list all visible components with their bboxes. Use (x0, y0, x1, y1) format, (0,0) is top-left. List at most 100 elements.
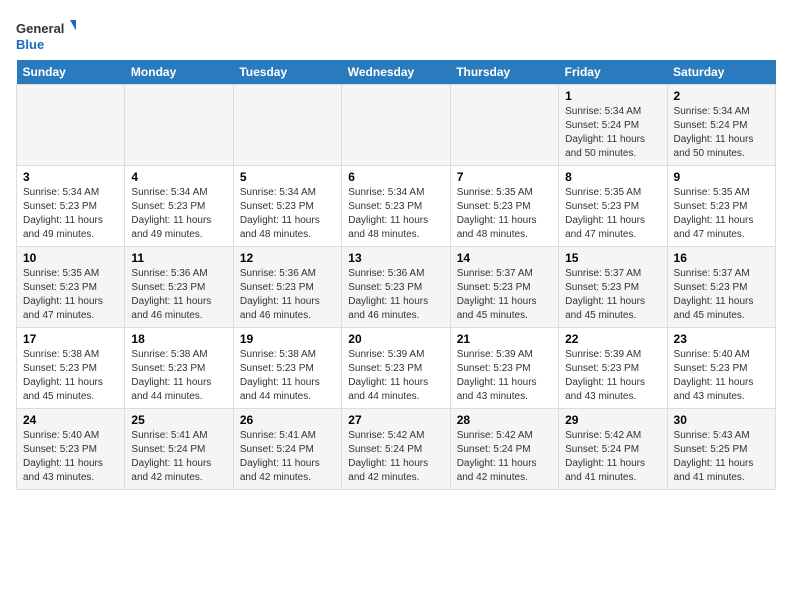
calendar-cell: 9 Sunrise: 5:35 AM Sunset: 5:23 PM Daylig… (667, 166, 775, 247)
weekday-header-tuesday: Tuesday (233, 60, 341, 85)
day-number: 7 (457, 170, 552, 184)
day-info: Sunrise: 5:42 AM Sunset: 5:24 PM Dayligh… (348, 429, 443, 485)
logo-svg: General Blue (16, 16, 76, 56)
weekday-header-row: SundayMondayTuesdayWednesdayThursdayFrid… (17, 60, 776, 85)
calendar-cell: 3Sunrise: 5:34 AM Sunset: 5:23 PM Daylig… (17, 166, 125, 247)
day-number: 5 (240, 170, 335, 184)
day-number: 19 (240, 332, 335, 346)
calendar-cell: 28 Sunrise: 5:42 AM Sunset: 5:24 PM Dayli… (450, 409, 558, 490)
day-info: Sunrise: 5:35 AM Sunset: 5:23 PM Dayligh… (23, 267, 118, 323)
weekday-header-monday: Monday (125, 60, 233, 85)
calendar-table: SundayMondayTuesdayWednesdayThursdayFrid… (16, 60, 776, 490)
day-info: Sunrise: 5:36 AM Sunset: 5:23 PM Dayligh… (240, 267, 335, 323)
day-info: Sunrise: 5:42 AM Sunset: 5:24 PM Dayligh… (565, 429, 660, 485)
calendar-cell (17, 85, 125, 166)
weekday-header-sunday: Sunday (17, 60, 125, 85)
calendar-cell: 21 Sunrise: 5:39 AM Sunset: 5:23 PM Dayli… (450, 328, 558, 409)
day-info: Sunrise: 5:36 AM Sunset: 5:23 PM Dayligh… (131, 267, 226, 323)
calendar-cell: 24 Sunrise: 5:40 AM Sunset: 5:23 PM Dayli… (17, 409, 125, 490)
calendar-cell: 17 Sunrise: 5:38 AM Sunset: 5:23 PM Dayli… (17, 328, 125, 409)
calendar-cell: 23 Sunrise: 5:40 AM Sunset: 5:23 PM Dayli… (667, 328, 775, 409)
page-header: General Blue (16, 16, 776, 56)
day-info: Sunrise: 5:38 AM Sunset: 5:23 PM Dayligh… (240, 348, 335, 404)
day-number: 16 (674, 251, 769, 265)
day-info: Sunrise: 5:40 AM Sunset: 5:23 PM Dayligh… (674, 348, 769, 404)
day-info: Sunrise: 5:38 AM Sunset: 5:23 PM Dayligh… (23, 348, 118, 404)
calendar-cell: 4 Sunrise: 5:34 AM Sunset: 5:23 PM Daylig… (125, 166, 233, 247)
day-info: Sunrise: 5:37 AM Sunset: 5:23 PM Dayligh… (457, 267, 552, 323)
day-info: Sunrise: 5:35 AM Sunset: 5:23 PM Dayligh… (674, 186, 769, 242)
calendar-cell (233, 85, 341, 166)
day-info: Sunrise: 5:39 AM Sunset: 5:23 PM Dayligh… (565, 348, 660, 404)
day-number: 3 (23, 170, 118, 184)
day-number: 8 (565, 170, 660, 184)
day-info: Sunrise: 5:39 AM Sunset: 5:23 PM Dayligh… (457, 348, 552, 404)
day-number: 13 (348, 251, 443, 265)
calendar-cell: 16 Sunrise: 5:37 AM Sunset: 5:23 PM Dayli… (667, 247, 775, 328)
calendar-cell: 30 Sunrise: 5:43 AM Sunset: 5:25 PM Dayli… (667, 409, 775, 490)
calendar-cell: 10 Sunrise: 5:35 AM Sunset: 5:23 PM Dayli… (17, 247, 125, 328)
day-info: Sunrise: 5:34 AM Sunset: 5:23 PM Dayligh… (240, 186, 335, 242)
calendar-cell: 26 Sunrise: 5:41 AM Sunset: 5:24 PM Dayli… (233, 409, 341, 490)
day-number: 29 (565, 413, 660, 427)
calendar-cell (125, 85, 233, 166)
weekday-header-saturday: Saturday (667, 60, 775, 85)
week-row-2: 3 Sunrise: 5:34 AM Sunset: 5:23 PM Daylig… (17, 166, 776, 247)
calendar-cell: 27Sunrise: 5:42 AM Sunset: 5:24 PM Dayli… (342, 409, 450, 490)
calendar-cell: 5 Sunrise: 5:34 AM Sunset: 5:23 PM Daylig… (233, 166, 341, 247)
day-number: 14 (457, 251, 552, 265)
day-number: 12 (240, 251, 335, 265)
day-info: Sunrise: 5:42 AM Sunset: 5:24 PM Dayligh… (457, 429, 552, 485)
calendar-cell: 11 Sunrise: 5:36 AM Sunset: 5:23 PM Dayli… (125, 247, 233, 328)
calendar-cell: 19 Sunrise: 5:38 AM Sunset: 5:23 PM Dayli… (233, 328, 341, 409)
calendar-cell: 14 Sunrise: 5:37 AM Sunset: 5:23 PM Dayli… (450, 247, 558, 328)
calendar-cell: 25Sunrise: 5:41 AM Sunset: 5:24 PM Dayli… (125, 409, 233, 490)
day-number: 2 (674, 89, 769, 103)
day-number: 26 (240, 413, 335, 427)
day-number: 11 (131, 251, 226, 265)
day-info: Sunrise: 5:41 AM Sunset: 5:24 PM Dayligh… (240, 429, 335, 485)
day-info: Sunrise: 5:37 AM Sunset: 5:23 PM Dayligh… (674, 267, 769, 323)
weekday-header-friday: Friday (559, 60, 667, 85)
day-info: Sunrise: 5:34 AM Sunset: 5:23 PM Dayligh… (131, 186, 226, 242)
day-info: Sunrise: 5:38 AM Sunset: 5:23 PM Dayligh… (131, 348, 226, 404)
weekday-header-thursday: Thursday (450, 60, 558, 85)
day-info: Sunrise: 5:34 AM Sunset: 5:23 PM Dayligh… (348, 186, 443, 242)
day-number: 18 (131, 332, 226, 346)
svg-text:General: General (16, 21, 64, 36)
weekday-header-wednesday: Wednesday (342, 60, 450, 85)
week-row-5: 24 Sunrise: 5:40 AM Sunset: 5:23 PM Dayli… (17, 409, 776, 490)
calendar-cell: 8Sunrise: 5:35 AM Sunset: 5:23 PM Daylig… (559, 166, 667, 247)
day-number: 6 (348, 170, 443, 184)
day-number: 1 (565, 89, 660, 103)
day-number: 4 (131, 170, 226, 184)
day-info: Sunrise: 5:41 AM Sunset: 5:24 PM Dayligh… (131, 429, 226, 485)
calendar-cell: 2Sunrise: 5:34 AM Sunset: 5:24 PM Daylig… (667, 85, 775, 166)
day-info: Sunrise: 5:37 AM Sunset: 5:23 PM Dayligh… (565, 267, 660, 323)
day-number: 23 (674, 332, 769, 346)
day-number: 28 (457, 413, 552, 427)
day-number: 21 (457, 332, 552, 346)
calendar-cell: 7 Sunrise: 5:35 AM Sunset: 5:23 PM Daylig… (450, 166, 558, 247)
calendar-cell: 15 Sunrise: 5:37 AM Sunset: 5:23 PM Dayli… (559, 247, 667, 328)
day-info: Sunrise: 5:35 AM Sunset: 5:23 PM Dayligh… (457, 186, 552, 242)
day-number: 9 (674, 170, 769, 184)
day-number: 30 (674, 413, 769, 427)
calendar-cell (342, 85, 450, 166)
calendar-cell: 12 Sunrise: 5:36 AM Sunset: 5:23 PM Dayli… (233, 247, 341, 328)
calendar-cell: 22Sunrise: 5:39 AM Sunset: 5:23 PM Dayli… (559, 328, 667, 409)
calendar-cell: 18 Sunrise: 5:38 AM Sunset: 5:23 PM Dayli… (125, 328, 233, 409)
day-number: 24 (23, 413, 118, 427)
week-row-4: 17 Sunrise: 5:38 AM Sunset: 5:23 PM Dayli… (17, 328, 776, 409)
day-number: 10 (23, 251, 118, 265)
day-info: Sunrise: 5:40 AM Sunset: 5:23 PM Dayligh… (23, 429, 118, 485)
calendar-cell: 6 Sunrise: 5:34 AM Sunset: 5:23 PM Daylig… (342, 166, 450, 247)
calendar-cell: 29 Sunrise: 5:42 AM Sunset: 5:24 PM Dayli… (559, 409, 667, 490)
calendar-cell: 13 Sunrise: 5:36 AM Sunset: 5:23 PM Dayli… (342, 247, 450, 328)
day-info: Sunrise: 5:36 AM Sunset: 5:23 PM Dayligh… (348, 267, 443, 323)
calendar-cell: 20Sunrise: 5:39 AM Sunset: 5:23 PM Dayli… (342, 328, 450, 409)
week-row-1: 1Sunrise: 5:34 AM Sunset: 5:24 PM Daylig… (17, 85, 776, 166)
day-number: 17 (23, 332, 118, 346)
day-number: 15 (565, 251, 660, 265)
day-info: Sunrise: 5:43 AM Sunset: 5:25 PM Dayligh… (674, 429, 769, 485)
